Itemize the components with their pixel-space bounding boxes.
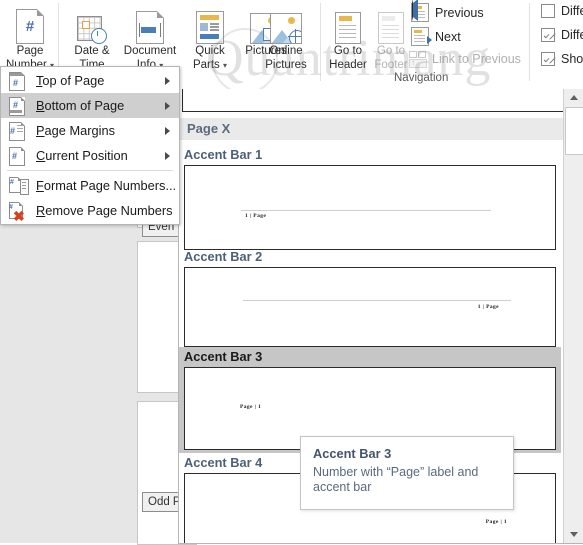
online-pictures-label-line2: Pictures [265,59,307,71]
menu-item-label: Bottom of Page [36,98,125,113]
show-document-text-label: Show [561,52,583,66]
menu-item-label: Format Page Numbers... [36,178,177,193]
menu-item-label: Top of Page [36,73,105,88]
quick-parts-label-line2: Parts ▾ [192,59,228,71]
chevron-down-icon [569,532,578,537]
ribbon-separator [320,3,321,81]
link-to-previous-icon: ↑ [409,51,427,68]
quick-parts-icon [182,4,238,44]
page-number-label-line1: Page [16,45,44,57]
document-info-label-line1: Document [123,45,177,57]
go-to-footer-icon [368,4,414,44]
different-first-page-option[interactable]: Diffe [541,4,583,18]
previous-icon [411,0,429,22]
go-to-header-button[interactable]: Go to Header [325,4,371,72]
preview-page-number: Page | 1 [240,404,262,410]
date-and-time-button[interactable]: Date & Time [64,4,120,72]
preview-page-number: 1 | Page [245,213,267,219]
format-page-numbers-icon: # [6,175,29,197]
top-of-page-icon: # [6,70,28,92]
current-position-icon: # [6,145,28,167]
link-to-previous-label: Link to Previous [432,52,521,66]
menu-separator [7,170,173,171]
next-icon [411,27,432,46]
checkbox-unchecked-icon[interactable] [541,4,555,18]
menu-item-label: Remove Page Numbers [36,203,173,218]
preview-page-number: 1 | Page [477,304,499,310]
quick-parts-button[interactable]: Quick Parts ▾ [182,4,238,73]
calendar-clock-icon [64,4,120,44]
previous-label: Previous [435,5,484,20]
go-to-header-label-line2: Header [329,59,367,71]
go-to-header-label-line1: Go to [333,45,363,57]
gallery-item-tooltip: Accent Bar 3 Number with “Page” label an… [300,436,514,510]
submenu-arrow-icon [165,152,170,160]
different-odd-even-label: Diffe [561,28,583,42]
previous-button[interactable]: Previous [411,0,484,22]
gallery-item-label: Accent Bar 2 [184,249,263,264]
document-info-icon [118,4,182,44]
gallery-item-accent-bar-2[interactable]: Accent Bar 2 1 | Page [179,247,561,347]
tooltip-title: Accent Bar 3 [313,446,392,461]
go-to-footer-button[interactable]: Go to Footer [368,4,414,72]
page-number-dropdown-menu: # Top of Page # Bottom of Page # Page Ma… [0,66,180,225]
menu-item-format-page-numbers[interactable]: # Format Page Numbers... [1,173,179,198]
checkbox-checked-icon[interactable] [541,28,555,42]
menu-item-top-of-page[interactable]: # Top of Page [1,68,179,93]
page-number-button[interactable]: # Page Number ▾ [2,4,58,73]
show-document-text-option[interactable]: Show [541,52,583,66]
page-number-icon: # [2,4,58,44]
date-time-label-line1: Date & [74,45,110,57]
menu-item-label: Current Position [36,148,128,163]
gallery-item-preview[interactable]: 1 | Page [184,267,556,347]
go-to-header-icon [325,4,371,44]
tooltip-body: Number with “Page” label and accent bar [313,465,479,494]
scrollbar-thumb[interactable] [565,107,583,155]
go-to-footer-label-line2: Footer [374,59,408,71]
submenu-arrow-icon [165,127,170,135]
online-pictures-button[interactable]: Online Pictures [258,4,314,72]
gallery-section-header: Page X [179,118,569,140]
remove-page-numbers-icon: # ✖ [9,201,25,224]
gallery-vertical-scrollbar[interactable] [563,89,583,543]
document-info-button[interactable]: Document Info ▾ [118,4,182,73]
submenu-arrow-icon [165,102,170,110]
menu-item-remove-page-numbers[interactable]: # ✖ Remove Page Numbers [1,198,179,223]
submenu-arrow-icon [165,77,170,85]
chevron-down-icon: ▾ [223,61,228,70]
menu-item-page-margins[interactable]: # Page Margins [1,118,179,143]
gallery-item-label: Accent Bar 1 [184,147,263,162]
next-button[interactable]: Next [411,27,461,46]
link-to-previous-button[interactable]: ↑ Link to Previous [409,51,521,68]
different-odd-even-option[interactable]: Diffe [541,28,583,42]
chevron-up-icon [569,95,578,100]
menu-item-bottom-of-page[interactable]: # Bottom of Page [1,93,179,118]
gallery-item-label: Accent Bar 3 [184,349,263,364]
accent-bar-line [243,300,511,301]
online-pictures-label-line1: Online [269,45,303,57]
gallery-clipped-preview-top [182,89,564,112]
bottom-of-page-icon: # [6,95,28,117]
gallery-item-preview[interactable]: 1 | Page [184,165,556,250]
menu-item-label: Page Margins [36,123,115,138]
scroll-down-button[interactable] [564,526,583,543]
ribbon-separator [529,3,530,81]
gallery-item-accent-bar-1[interactable]: Accent Bar 1 1 | Page [179,145,561,250]
different-first-page-label: Diffe [561,4,583,18]
go-to-footer-label-line1: Go to [376,45,406,57]
online-pictures-icon [258,4,314,44]
page-margins-icon: # [6,120,28,142]
next-label: Next [435,29,461,44]
menu-item-current-position[interactable]: # Current Position [1,143,179,168]
quick-parts-label-line1: Quick [195,45,225,57]
scroll-up-button[interactable] [564,89,583,106]
accent-bar-line [241,210,491,211]
preview-page-number: Page | 1 [485,519,507,525]
group-label-navigation: Navigation [394,72,449,84]
checkbox-checked-icon[interactable] [541,52,555,66]
